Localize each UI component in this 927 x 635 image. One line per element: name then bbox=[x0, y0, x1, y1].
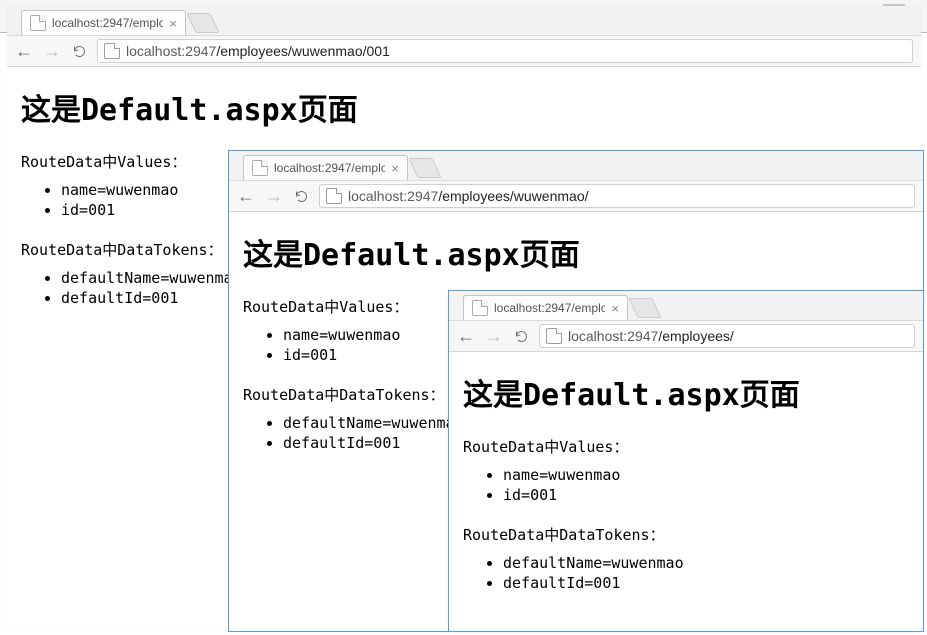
tabstrip: localhost:2947/employe × bbox=[7, 6, 921, 36]
forward-button[interactable]: → bbox=[485, 327, 503, 345]
url-port: :2947 bbox=[181, 43, 216, 59]
url-host: localhost bbox=[568, 328, 623, 344]
back-button[interactable]: ← bbox=[237, 187, 255, 205]
url-path: /employees/ bbox=[658, 328, 733, 344]
tabstrip: localhost:2947/employe × bbox=[449, 291, 923, 321]
browser-tab[interactable]: localhost:2947/employe × bbox=[243, 155, 408, 180]
reload-button[interactable] bbox=[293, 188, 309, 204]
list-item: id=001 bbox=[503, 485, 909, 505]
browser-tab[interactable]: localhost:2947/employe × bbox=[21, 10, 186, 35]
forward-button[interactable]: → bbox=[43, 42, 61, 60]
section-values-label: RouteData中Values： bbox=[463, 436, 909, 457]
tab-title: localhost:2947/employe bbox=[274, 161, 385, 175]
close-icon[interactable]: × bbox=[611, 301, 619, 316]
tokens-list: defaultName=wuwenmao defaultId=001 bbox=[463, 553, 909, 594]
reload-icon bbox=[72, 44, 87, 59]
browser-tab[interactable]: localhost:2947/employe × bbox=[463, 295, 628, 320]
address-bar[interactable]: localhost:2947/employees/wuwenmao/001 bbox=[97, 39, 913, 63]
new-tab-button[interactable] bbox=[186, 13, 219, 33]
page-icon bbox=[546, 328, 562, 344]
page-icon bbox=[472, 300, 488, 316]
browser-window-3: localhost:2947/employe × ← → localhost:2… bbox=[448, 290, 924, 632]
list-item: name=wuwenmao bbox=[503, 465, 909, 485]
address-bar[interactable]: localhost:2947/employees/ bbox=[539, 324, 915, 348]
page-icon bbox=[104, 43, 120, 59]
tab-title: localhost:2947/employe bbox=[494, 301, 605, 315]
browser-toolbar: ← → localhost:2947/employees/wuwenmao/00… bbox=[7, 36, 921, 67]
values-list: name=wuwenmao id=001 bbox=[463, 465, 909, 506]
section-tokens-label: RouteData中DataTokens： bbox=[463, 524, 909, 545]
forward-button[interactable]: → bbox=[265, 187, 283, 205]
close-icon[interactable]: × bbox=[391, 161, 399, 176]
url-path: /employees/wuwenmao/ bbox=[438, 188, 588, 204]
page-icon bbox=[252, 160, 268, 176]
reload-button[interactable] bbox=[71, 43, 87, 59]
tab-title: localhost:2947/employe bbox=[52, 16, 163, 30]
url-port: :2947 bbox=[623, 328, 658, 344]
tabstrip: localhost:2947/employe × bbox=[229, 151, 923, 181]
reload-icon bbox=[294, 189, 309, 204]
back-button[interactable]: ← bbox=[457, 327, 475, 345]
page-content: 这是Default.aspx页面 RouteData中Values： name=… bbox=[449, 352, 923, 631]
reload-button[interactable] bbox=[513, 328, 529, 344]
desktop: localhost:2947/employe × ← → localhost:2… bbox=[0, 0, 927, 635]
browser-toolbar: ← → localhost:2947/employees/ bbox=[449, 321, 923, 352]
new-tab-button[interactable] bbox=[408, 158, 441, 178]
url-port: :2947 bbox=[403, 188, 438, 204]
new-tab-button[interactable] bbox=[628, 298, 661, 318]
page-icon bbox=[30, 15, 46, 31]
page-title: 这是Default.aspx页面 bbox=[21, 85, 907, 129]
list-item: defaultId=001 bbox=[503, 573, 909, 593]
url-host: localhost bbox=[348, 188, 403, 204]
browser-toolbar: ← → localhost:2947/employees/wuwenmao/ bbox=[229, 181, 923, 212]
back-button[interactable]: ← bbox=[15, 42, 33, 60]
address-bar[interactable]: localhost:2947/employees/wuwenmao/ bbox=[319, 184, 915, 208]
list-item: defaultName=wuwenmao bbox=[503, 553, 909, 573]
url-path: /employees/wuwenmao/001 bbox=[216, 43, 390, 59]
reload-icon bbox=[514, 329, 529, 344]
page-title: 这是Default.aspx页面 bbox=[463, 370, 909, 414]
url-host: localhost bbox=[126, 43, 181, 59]
close-icon[interactable]: × bbox=[169, 16, 177, 31]
page-icon bbox=[326, 188, 342, 204]
page-title: 这是Default.aspx页面 bbox=[243, 230, 909, 274]
